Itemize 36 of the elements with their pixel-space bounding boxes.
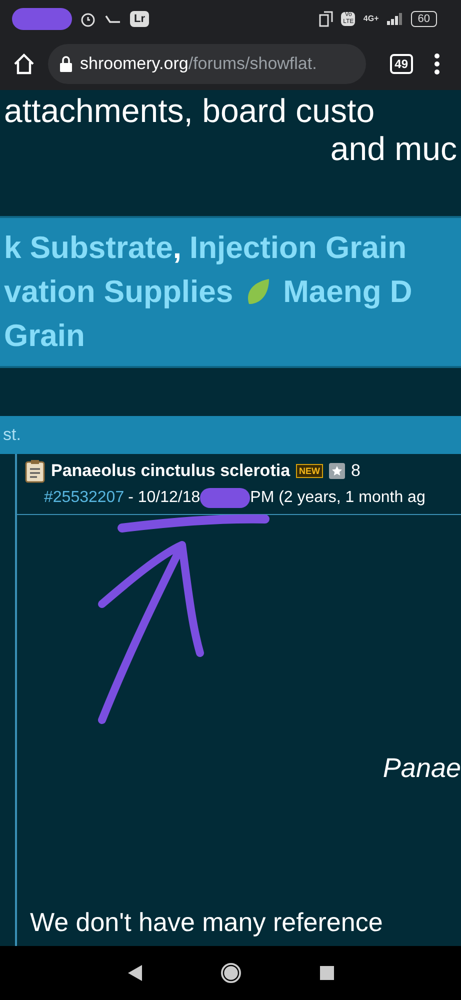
page-text: and muc [330, 130, 458, 168]
clipboard-icon [25, 458, 45, 483]
back-icon[interactable] [128, 965, 142, 981]
banner-link[interactable]: vation Supplies [4, 268, 234, 316]
banner-link[interactable]: k Substrate [4, 224, 173, 272]
signal-icon [386, 13, 403, 25]
menu-icon[interactable] [433, 53, 441, 75]
page-text: attachments, board custo [3, 92, 376, 130]
screen-rotate-icon [319, 11, 334, 27]
post-time: PM (2 years, 1 month ag [250, 488, 426, 508]
post-date: - 10/12/18 [128, 488, 200, 508]
rating-count: 8 [351, 460, 360, 482]
network-type: 4G+ [363, 13, 379, 25]
url-text: shroomery.org/forums/showflat. [80, 53, 317, 76]
banner-link[interactable]: Grain [4, 312, 85, 360]
leaf-icon [245, 278, 272, 306]
redaction-mark [200, 488, 250, 508]
alarm-icon [80, 11, 96, 27]
post-title[interactable]: Panaeolus cinctulus sclerotia [51, 458, 290, 484]
address-bar[interactable]: shroomery.org/forums/showflat. [48, 44, 366, 84]
post-number-link[interactable]: #25532207 [44, 486, 124, 510]
home-circle-icon[interactable] [220, 962, 242, 984]
app-badge: Lr [130, 10, 149, 28]
recents-icon[interactable] [320, 966, 334, 980]
banner-link[interactable]: Injection Grain [189, 224, 406, 272]
notice-text: st. [3, 424, 21, 446]
redaction-mark [12, 8, 72, 30]
banner-link[interactable]: Maeng D [283, 268, 412, 316]
lock-icon [60, 56, 72, 72]
post-paragraph: We don't have many reference [29, 906, 384, 939]
new-badge: NEW [296, 464, 324, 478]
home-icon[interactable] [12, 52, 36, 76]
separator-comma: , [172, 228, 182, 267]
italic-text: Panae [382, 752, 461, 784]
tab-count-button[interactable]: 49 [390, 54, 413, 74]
battery-indicator: 60 [410, 11, 437, 27]
